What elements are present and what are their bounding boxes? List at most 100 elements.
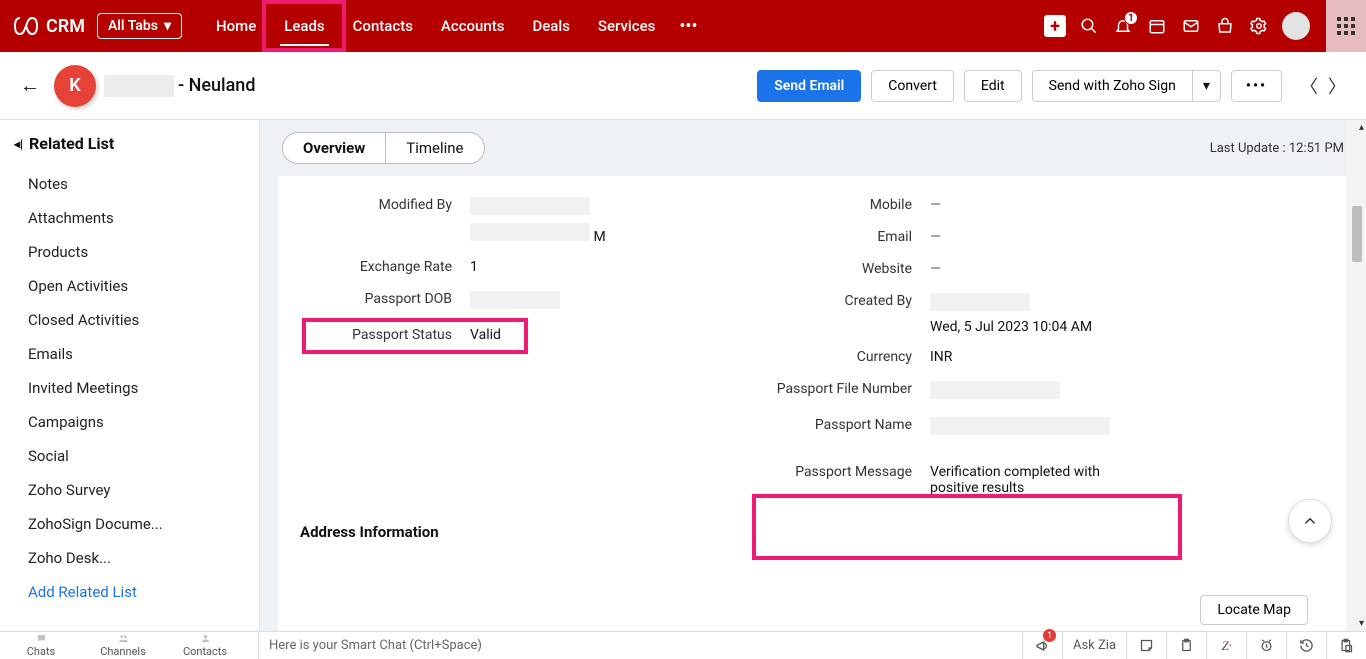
caret-down-icon: ▾ <box>164 18 171 34</box>
field-modified-by: Modified By M <box>300 190 730 252</box>
field-currency: Currency INR <box>760 342 1326 374</box>
view-tabs: Overview Timeline <box>282 132 485 164</box>
nav-home[interactable]: Home <box>202 0 270 52</box>
scroll-down-icon[interactable]: ▾ <box>1359 618 1364 629</box>
redacted-value <box>930 293 1030 311</box>
send-zoho-sign-button[interactable]: Send with Zoho Sign <box>1032 70 1193 102</box>
last-update: Last Update : 12:51 PM <box>1210 141 1344 156</box>
related-zoho-desk[interactable]: Zoho Desk... <box>14 541 255 575</box>
topbar: CRM All Tabs ▾ Home Leads Contacts Accou… <box>0 0 1366 52</box>
col-right: Mobile — Email — Website — Created By <box>760 190 1326 503</box>
tab-overview[interactable]: Overview <box>283 133 386 163</box>
send-email-button[interactable]: Send Email <box>757 70 861 102</box>
field-website: Website — <box>760 254 1326 286</box>
brand: CRM <box>14 16 85 37</box>
edit-button[interactable]: Edit <box>964 70 1022 102</box>
collapse-icon[interactable]: ◂| <box>14 137 23 151</box>
record-pager: 〈 〉 <box>1300 73 1346 99</box>
col-left: Modified By M Exchange Rate 1 Passport D… <box>300 190 730 503</box>
related-products[interactable]: Products <box>14 235 255 269</box>
nav-leads[interactable]: Leads <box>270 0 338 52</box>
related-invited-meetings[interactable]: Invited Meetings <box>14 371 255 405</box>
ask-zia-button[interactable]: Ask Zia <box>1062 632 1126 659</box>
field-mobile: Mobile — <box>760 190 1326 222</box>
tab-timeline[interactable]: Timeline <box>386 133 483 163</box>
profile-avatar[interactable] <box>1282 12 1310 40</box>
scrollbar-thumb[interactable] <box>1352 206 1362 262</box>
topbar-right: + 1 <box>1044 0 1352 52</box>
prev-record[interactable]: 〈 <box>1300 73 1318 99</box>
related-open-activities[interactable]: Open Activities <box>14 269 255 303</box>
record-actions: Send Email Convert Edit Send with Zoho S… <box>757 70 1346 102</box>
redacted-value <box>930 381 1060 399</box>
bottom-bar: Chats Channels Contacts Here is your Sma… <box>0 631 1366 659</box>
field-created-by: Created By Wed, 5 Jul 2023 10:04 AM <box>760 286 1326 342</box>
bottom-right: 1 Ask Zia Z• <box>1022 632 1366 659</box>
notifications-icon[interactable]: 1 <box>1112 15 1134 37</box>
next-record[interactable]: 〉 <box>1328 73 1346 99</box>
apps-launcher[interactable] <box>1326 0 1366 52</box>
related-zohosign-docs[interactable]: ZohoSign Docume... <box>14 507 255 541</box>
record-avatar: K <box>54 65 96 107</box>
smart-chat-hint[interactable]: Here is your Smart Chat (Ctrl+Space) <box>258 632 1022 659</box>
bottom-left: Chats Channels Contacts <box>0 633 246 658</box>
settings-icon[interactable] <box>1248 15 1270 37</box>
nav-more[interactable]: ••• <box>669 0 707 52</box>
tab-bar: Overview Timeline Last Update : 12:51 PM <box>260 120 1366 176</box>
related-social[interactable]: Social <box>14 439 255 473</box>
brand-icon <box>14 17 38 35</box>
more-actions-button[interactable]: ••• <box>1231 70 1282 102</box>
announcement-badge: 1 <box>1043 629 1056 642</box>
add-icon[interactable]: + <box>1044 15 1066 37</box>
zia-icon[interactable]: Z• <box>1206 632 1246 659</box>
bb-channels[interactable]: Channels <box>82 633 164 658</box>
clipboard-icon[interactable] <box>1166 632 1206 659</box>
marketplace-icon[interactable] <box>1214 15 1236 37</box>
field-email: Email — <box>760 222 1326 254</box>
send-zoho-sign-caret[interactable]: ▾ <box>1193 70 1221 102</box>
bb-chats[interactable]: Chats <box>0 633 82 658</box>
scroll-to-top-button[interactable] <box>1288 499 1332 543</box>
redacted-value <box>930 417 1110 435</box>
record-name: - Neuland <box>104 75 255 97</box>
field-passport-message: Passport Message Verification completed … <box>760 446 1326 503</box>
related-notes[interactable]: Notes <box>14 167 255 201</box>
nav: Home Leads Contacts Accounts Deals Servi… <box>202 0 708 52</box>
locate-map-button[interactable]: Locate Map <box>1200 595 1308 625</box>
paste-icon[interactable] <box>1326 632 1366 659</box>
sticky-note-icon[interactable] <box>1126 632 1166 659</box>
history-icon[interactable] <box>1286 632 1326 659</box>
announcement-icon[interactable]: 1 <box>1022 632 1062 659</box>
search-icon[interactable] <box>1078 15 1100 37</box>
field-passport-name: Passport Name <box>760 410 1326 446</box>
send-zoho-sign-split: Send with Zoho Sign ▾ <box>1032 70 1221 102</box>
back-arrow[interactable]: ← <box>20 73 40 98</box>
related-attachments[interactable]: Attachments <box>14 201 255 235</box>
related-campaigns[interactable]: Campaigns <box>14 405 255 439</box>
convert-button[interactable]: Convert <box>871 70 954 102</box>
mail-icon[interactable] <box>1180 15 1202 37</box>
field-exchange-rate: Exchange Rate 1 <box>300 252 730 284</box>
scroll-up-icon[interactable]: ▴ <box>1359 122 1364 133</box>
scrollbar[interactable]: ▴ ▾ <box>1346 120 1366 631</box>
related-list-header: ◂| Related List <box>14 134 255 153</box>
bb-contacts[interactable]: Contacts <box>164 633 246 658</box>
section-address-info: Address Information <box>300 523 1326 541</box>
nav-contacts[interactable]: Contacts <box>339 0 427 52</box>
detail-panel: Modified By M Exchange Rate 1 Passport D… <box>278 176 1348 631</box>
body: ◂| Related List Notes Attachments Produc… <box>0 120 1366 631</box>
field-passport-file-number: Passport File Number <box>760 374 1326 410</box>
field-passport-status: Passport Status Valid <box>300 320 730 352</box>
reminder-icon[interactable] <box>1246 632 1286 659</box>
related-zoho-survey[interactable]: Zoho Survey <box>14 473 255 507</box>
all-tabs-dropdown[interactable]: All Tabs ▾ <box>97 13 182 39</box>
nav-accounts[interactable]: Accounts <box>427 0 519 52</box>
nav-deals[interactable]: Deals <box>518 0 583 52</box>
related-closed-activities[interactable]: Closed Activities <box>14 303 255 337</box>
redacted-value <box>470 197 590 215</box>
nav-services[interactable]: Services <box>584 0 669 52</box>
redacted-value <box>470 291 560 309</box>
related-emails[interactable]: Emails <box>14 337 255 371</box>
add-related-list-link[interactable]: Add Related List <box>14 575 255 609</box>
calendar-icon[interactable] <box>1146 15 1168 37</box>
